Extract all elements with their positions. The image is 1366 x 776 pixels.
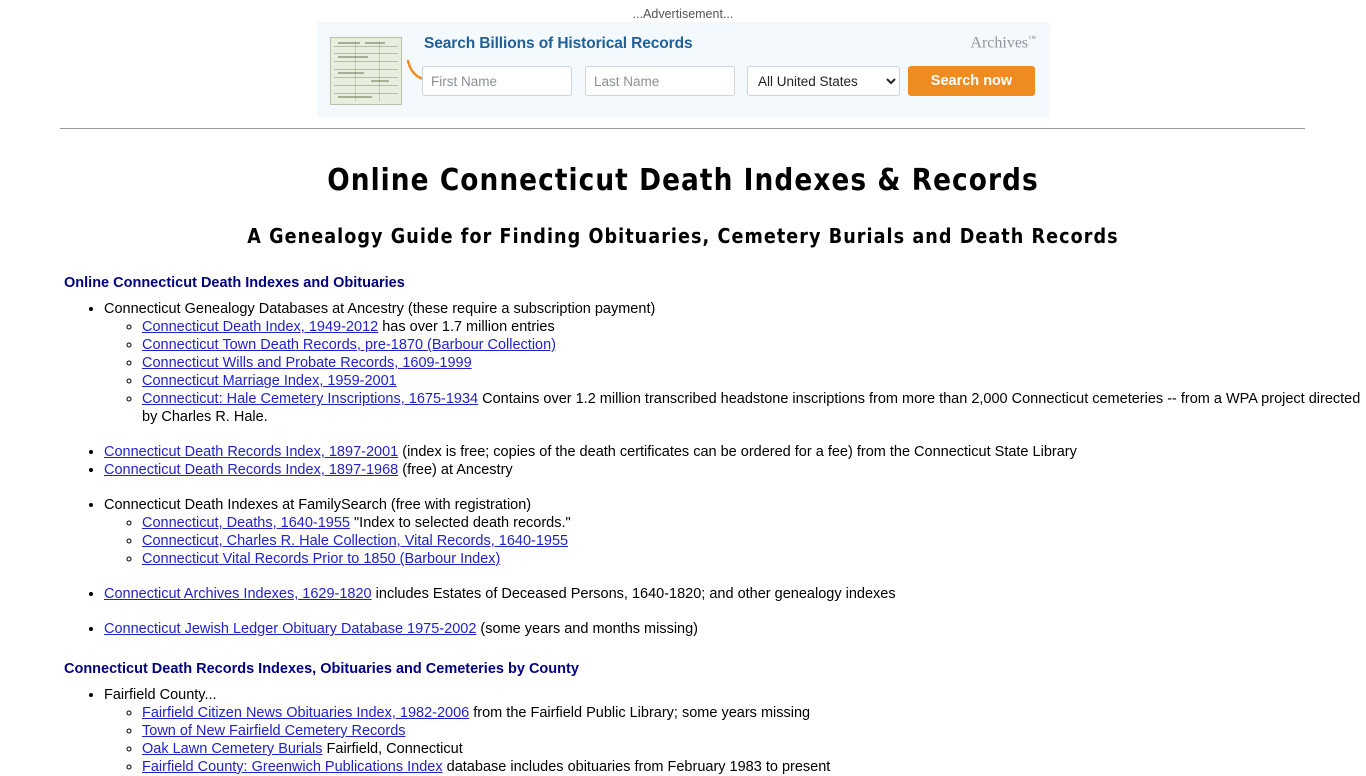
list-item: Connecticut Genealogy Databases at Ances… — [104, 300, 1366, 426]
item-text: Connecticut Death Indexes at FamilySearc… — [104, 497, 532, 513]
sub-list: Connecticut Death Index, 1949-2012 has o… — [104, 318, 1366, 426]
record-link[interactable]: Connecticut Vital Records Prior to 1850 … — [142, 551, 500, 567]
record-link[interactable]: Fairfield Citizen News Obituaries Index,… — [142, 705, 469, 721]
sub-list-item: Connecticut Death Index, 1949-2012 has o… — [142, 318, 1366, 336]
advertisement-headline: Search Billions of Historical Records — [424, 35, 693, 52]
list-item: Connecticut Archives Indexes, 1629-1820 … — [104, 585, 1366, 603]
list-online-indexes: Connecticut Genealogy Databases at Ances… — [64, 300, 1366, 638]
record-link[interactable]: Connecticut Death Records Index, 1897-19… — [104, 462, 398, 478]
last-name-input[interactable] — [585, 66, 735, 96]
item-text: "Index to selected death records." — [349, 515, 571, 531]
sub-list-item: Oak Lawn Cemetery Burials Fairfield, Con… — [142, 740, 1366, 758]
record-link[interactable]: Fairfield County: Greenwich Publications… — [142, 759, 443, 775]
trademark-symbol: ™ — [1028, 34, 1036, 43]
location-select[interactable]: All United States — [747, 66, 900, 96]
sub-list-item: Connecticut Wills and Probate Records, 1… — [142, 354, 1366, 372]
list-item: Connecticut Death Records Index, 1897-20… — [104, 443, 1366, 461]
record-link[interactable]: Oak Lawn Cemetery Burials — [142, 741, 323, 757]
search-now-button[interactable]: Search now — [908, 66, 1035, 96]
header-divider — [60, 128, 1305, 130]
item-text: Fairfield, Connecticut — [322, 741, 463, 757]
sub-list-item: Connecticut Town Death Records, pre-1870… — [142, 336, 1366, 354]
list-item: Fairfield County... Fairfield Citizen New… — [104, 686, 1366, 776]
record-link[interactable]: Connecticut Death Index, 1949-2012 — [142, 319, 378, 335]
item-text: has over 1.7 million entries — [378, 319, 555, 335]
list-by-county: Fairfield County... Fairfield Citizen New… — [64, 686, 1366, 776]
advertisement-panel: Search Billions of Historical Records Ar… — [317, 22, 1050, 118]
record-link[interactable]: Connecticut Jewish Ledger Obituary Datab… — [104, 621, 476, 637]
item-text: (free) at Ancestry — [398, 462, 513, 478]
record-link[interactable]: Town of New Fairfield Cemetery Records — [142, 723, 406, 739]
archives-brand-name: Archives — [970, 34, 1029, 52]
item-text: Fairfield County... — [104, 687, 217, 703]
sub-list-item: Connecticut, Charles R. Hale Collection,… — [142, 532, 1366, 550]
sub-list-item: Connecticut Marriage Index, 1959-2001 — [142, 372, 1366, 390]
record-link[interactable]: Connecticut Death Records Index, 1897-20… — [104, 444, 398, 460]
archives-brand-logo: Archives™ — [970, 34, 1036, 52]
sub-list-item: Connecticut: Hale Cemetery Inscriptions,… — [142, 390, 1366, 426]
list-item: Connecticut Death Records Index, 1897-19… — [104, 461, 1366, 479]
item-text: (index is free; copies of the death cert… — [398, 444, 1077, 460]
first-name-input[interactable] — [422, 66, 572, 96]
record-link[interactable]: Connecticut: Hale Cemetery Inscriptions,… — [142, 391, 478, 407]
record-link[interactable]: Connecticut Wills and Probate Records, 1… — [142, 355, 472, 371]
list-item: Connecticut Death Indexes at FamilySearc… — [104, 496, 1366, 568]
advertisement-region: Search Billions of Historical Records Ar… — [0, 22, 1366, 118]
sub-list: Fairfield Citizen News Obituaries Index,… — [104, 704, 1366, 776]
item-text: includes Estates of Deceased Persons, 16… — [371, 586, 896, 602]
page-title: Online Connecticut Death Indexes & Recor… — [327, 163, 1039, 198]
record-link[interactable]: Connecticut, Charles R. Hale Collection,… — [142, 533, 568, 549]
main-content: Online Connecticut Death Indexes and Obi… — [0, 274, 1366, 776]
sub-list: Connecticut, Deaths, 1640-1955 "Index to… — [104, 514, 1366, 568]
sub-list-item: Town of New Fairfield Cemetery Records — [142, 722, 1366, 740]
record-link[interactable]: Connecticut Town Death Records, pre-1870… — [142, 337, 556, 353]
item-text: from the Fairfield Public Library; some … — [469, 705, 811, 721]
item-text: (some years and months missing) — [476, 621, 699, 637]
item-text: database includes obituaries from Februa… — [442, 759, 831, 775]
record-link[interactable]: Connecticut, Deaths, 1640-1955 — [142, 515, 350, 531]
sub-list-item: Connecticut, Deaths, 1640-1955 "Index to… — [142, 514, 1366, 532]
section-heading-online-indexes: Online Connecticut Death Indexes and Obi… — [64, 275, 405, 291]
list-item: Connecticut Jewish Ledger Obituary Datab… — [104, 620, 1366, 638]
sub-list-item: Fairfield Citizen News Obituaries Index,… — [142, 704, 1366, 722]
item-text: Connecticut Genealogy Databases at Ances… — [104, 301, 656, 317]
advertisement-label: ...Advertisement... — [632, 7, 734, 21]
record-link[interactable]: Connecticut Archives Indexes, 1629-1820 — [104, 586, 372, 602]
sub-list-item: Fairfield County: Greenwich Publications… — [142, 758, 1366, 776]
record-link[interactable]: Connecticut Marriage Index, 1959-2001 — [142, 373, 397, 389]
section-heading-by-county: Connecticut Death Records Indexes, Obitu… — [64, 661, 579, 677]
page-subtitle: A Genealogy Guide for Finding Obituaries… — [247, 224, 1119, 248]
sub-list-item: Connecticut Vital Records Prior to 1850 … — [142, 550, 1366, 568]
historical-record-thumbnail-image — [330, 37, 402, 105]
